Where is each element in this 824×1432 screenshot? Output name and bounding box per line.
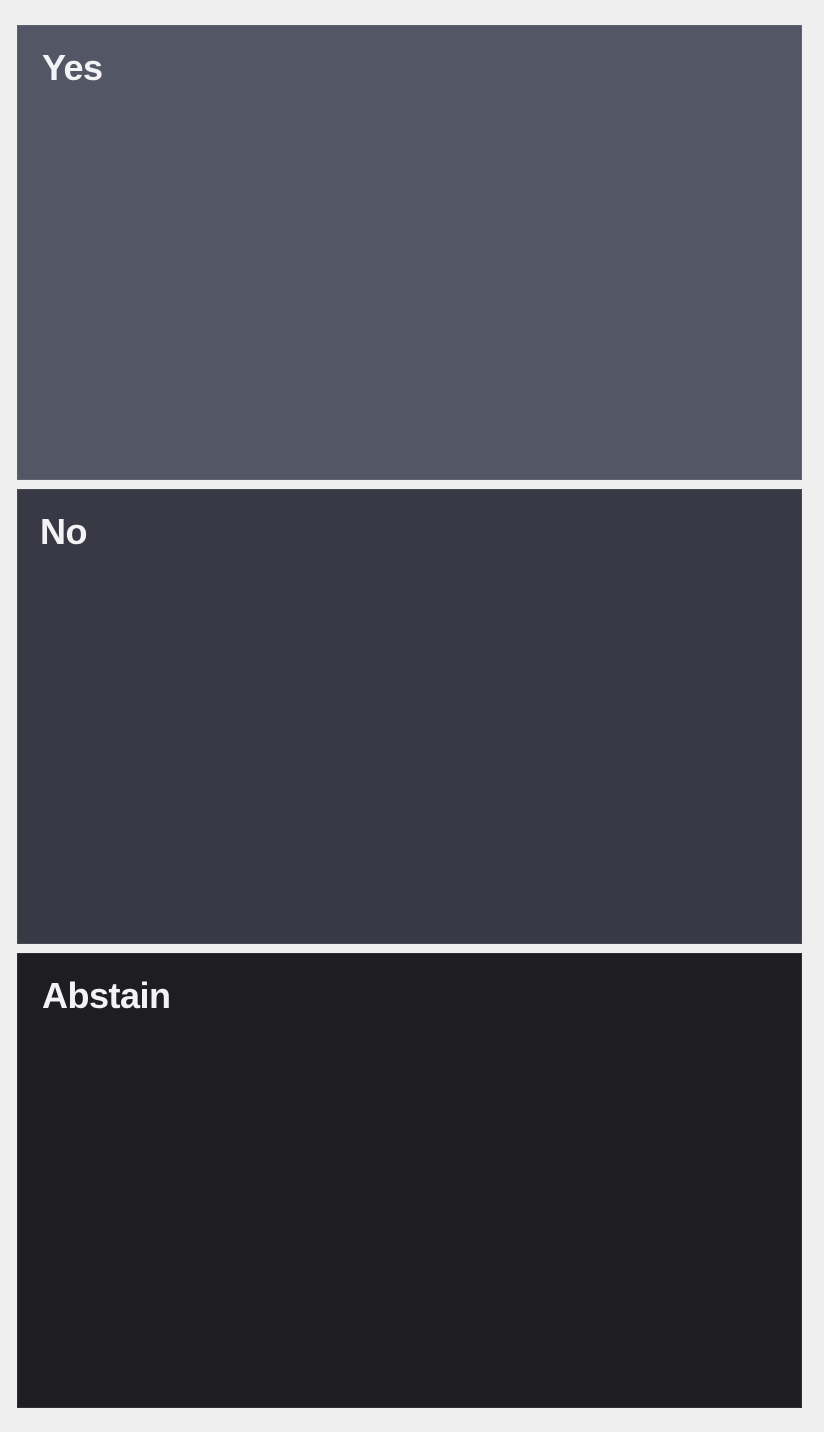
abstain-option-button[interactable]: Abstain [17, 953, 802, 1408]
yes-option-label: Yes [42, 47, 103, 88]
abstain-option-label: Abstain [42, 975, 171, 1016]
yes-option-button[interactable]: Yes [17, 25, 802, 480]
vote-options: Yes No Abstain [17, 25, 802, 1409]
no-option-button[interactable]: No [17, 489, 802, 944]
no-option-label: No [40, 511, 88, 552]
